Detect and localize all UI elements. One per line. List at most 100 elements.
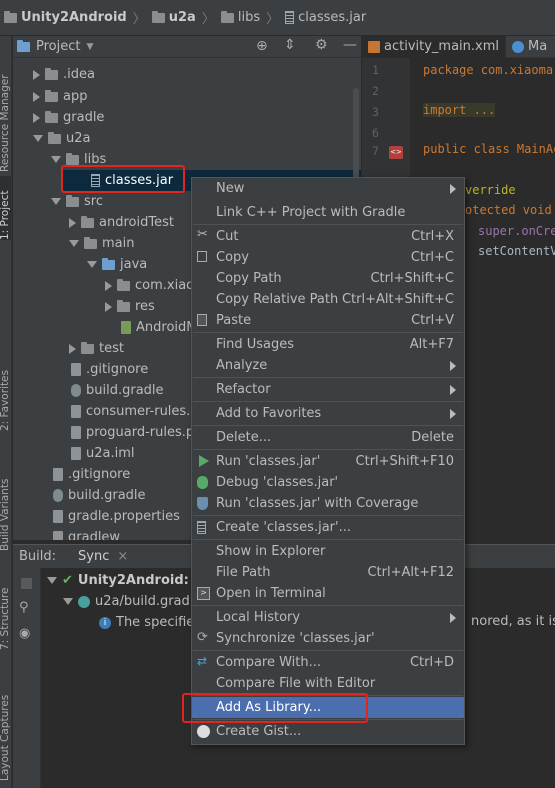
- menu-item-delete[interactable]: Delete... Delete: [192, 427, 464, 448]
- collapse-arrow-icon[interactable]: [47, 577, 57, 584]
- context-menu: New Link C++ Project with Gradle ✂ Cut Ctr…: [191, 177, 465, 745]
- menu-item-file-path[interactable]: File Path Ctrl+Alt+F12: [192, 562, 464, 583]
- expand-arrow-icon[interactable]: [33, 91, 40, 102]
- jar-file-icon: [197, 521, 206, 534]
- breadcrumb-project[interactable]: Unity2Android: [4, 10, 127, 25]
- tree-item-gitignore-module[interactable]: .gitignore: [71, 359, 148, 380]
- stop-icon[interactable]: [21, 578, 32, 589]
- menu-item-copy-relative-path[interactable]: Copy Relative Path Ctrl+Alt+Shift+C: [192, 289, 464, 310]
- menu-item-add-to-favorites[interactable]: Add to Favorites: [192, 403, 464, 424]
- tab-sync[interactable]: Sync: [78, 549, 109, 564]
- tree-item-gradlew[interactable]: gradlew: [53, 527, 120, 540]
- menu-item-compare-with[interactable]: ⇄ Compare With... Ctrl+D: [192, 652, 464, 673]
- tree-item-u2a-iml[interactable]: u2a.iml: [71, 443, 135, 464]
- clipboard-icon: [197, 314, 207, 326]
- tree-item-src[interactable]: src: [51, 191, 103, 212]
- expand-arrow-icon[interactable]: [33, 69, 40, 80]
- tree-item-build-gradle-root[interactable]: build.gradle: [53, 485, 146, 506]
- check-icon: ✔: [62, 573, 73, 588]
- tree-item-gradle-properties[interactable]: gradle.properties: [53, 506, 180, 527]
- collapse-arrow-icon[interactable]: [33, 135, 43, 142]
- chevron-right-icon: 〉: [266, 12, 280, 27]
- breadcrumb-module[interactable]: u2a: [151, 10, 196, 25]
- tree-item-test[interactable]: test: [69, 338, 124, 359]
- tree-item-consumer-rules[interactable]: consumer-rules.pr: [71, 401, 204, 422]
- tree-item-gradle[interactable]: gradle: [33, 107, 104, 128]
- tree-item-idea[interactable]: .idea: [33, 64, 95, 85]
- project-panel-header: Project ▼ ⊕ ⇕ ⚙ —: [13, 36, 361, 58]
- tab-layout-captures[interactable]: Layout Captures: [0, 676, 11, 781]
- tree-item-proguard-rules[interactable]: proguard-rules.pr: [71, 422, 199, 443]
- collapse-arrow-icon[interactable]: [63, 598, 73, 605]
- tree-item-res[interactable]: res: [105, 296, 155, 317]
- submenu-arrow-icon: [450, 612, 456, 623]
- menu-item-create-config[interactable]: Create 'classes.jar'...: [192, 517, 464, 538]
- build-tree-message[interactable]: i The specified: [99, 612, 203, 633]
- menu-item-link-cpp[interactable]: Link C++ Project with Gradle: [192, 202, 464, 223]
- tab-build-variants[interactable]: Build Variants: [0, 461, 11, 551]
- expand-arrow-icon[interactable]: [69, 217, 76, 228]
- eye-icon[interactable]: ◉: [19, 626, 30, 641]
- layout-badge-icon[interactable]: <>: [389, 146, 403, 159]
- file-icon: [53, 468, 63, 481]
- copy-icon: [197, 251, 207, 262]
- menu-item-run[interactable]: Run 'classes.jar' Ctrl+Shift+F10: [192, 451, 464, 472]
- menu-item-copy-path[interactable]: Copy Path Ctrl+Shift+C: [192, 268, 464, 289]
- collapse-arrow-icon[interactable]: [87, 261, 97, 268]
- collapse-all-icon[interactable]: ⇕: [284, 37, 296, 53]
- tree-item-main[interactable]: main: [69, 233, 134, 254]
- hide-panel-icon[interactable]: —: [343, 37, 357, 53]
- pin-icon[interactable]: ⚲: [19, 600, 29, 615]
- locate-icon[interactable]: ⊕: [256, 38, 268, 54]
- tree-item-java[interactable]: java: [87, 254, 147, 275]
- tab-structure[interactable]: 7: Structure: [0, 570, 11, 650]
- gear-icon[interactable]: ⚙: [315, 37, 328, 53]
- breadcrumb-folder[interactable]: libs: [220, 10, 260, 25]
- tab-resource-manager[interactable]: Resource Manager: [0, 42, 11, 172]
- menu-item-refactor[interactable]: Refactor: [192, 379, 464, 400]
- tree-item-u2a[interactable]: u2a: [33, 128, 90, 149]
- tab-activity-main[interactable]: activity_main.xml: [362, 35, 507, 58]
- tree-item-androidtest[interactable]: androidTest: [69, 212, 174, 233]
- menu-item-open-in-terminal[interactable]: > Open in Terminal: [192, 583, 464, 604]
- expand-arrow-icon[interactable]: [105, 280, 112, 291]
- menu-item-copy[interactable]: Copy Ctrl+C: [192, 247, 464, 268]
- collapse-arrow-icon[interactable]: [69, 240, 79, 247]
- collapse-arrow-icon[interactable]: [51, 198, 61, 205]
- menu-separator: [193, 377, 463, 378]
- folder-icon: [45, 89, 58, 102]
- project-view-icon: [17, 39, 30, 52]
- collapse-arrow-icon[interactable]: [51, 156, 61, 163]
- tab-project[interactable]: 1: Project: [0, 176, 11, 240]
- scissors-icon: ✂: [197, 227, 208, 242]
- tree-item-gitignore-root[interactable]: .gitignore: [53, 464, 130, 485]
- project-view-selector[interactable]: Project: [36, 39, 80, 54]
- expand-arrow-icon[interactable]: [69, 343, 76, 354]
- tab-main-activity[interactable]: Ma: [506, 36, 553, 58]
- expand-arrow-icon[interactable]: [105, 301, 112, 312]
- menu-item-debug[interactable]: Debug 'classes.jar': [192, 472, 464, 493]
- coverage-shield-icon: [197, 497, 208, 510]
- menu-item-paste[interactable]: Paste Ctrl+V: [192, 310, 464, 331]
- menu-item-local-history[interactable]: Local History: [192, 607, 464, 628]
- tab-favorites[interactable]: 2: Favorites: [0, 361, 11, 431]
- menu-item-analyze[interactable]: Analyze: [192, 355, 464, 376]
- expand-arrow-icon[interactable]: [33, 112, 40, 123]
- close-icon[interactable]: ×: [117, 549, 128, 564]
- build-tree-root[interactable]: ✔ Unity2Android: su: [47, 570, 210, 591]
- menu-item-create-gist[interactable]: Create Gist...: [192, 721, 464, 742]
- package-icon: [117, 278, 130, 291]
- menu-item-run-coverage[interactable]: Run 'classes.jar' with Coverage: [192, 493, 464, 514]
- menu-item-compare-file-with-editor[interactable]: Compare File with Editor: [192, 673, 464, 694]
- menu-item-cut[interactable]: ✂ Cut Ctrl+X: [192, 226, 464, 247]
- menu-item-find-usages[interactable]: Find Usages Alt+F7: [192, 334, 464, 355]
- menu-separator: [193, 449, 463, 450]
- menu-item-new[interactable]: New: [192, 178, 464, 199]
- tree-item-app[interactable]: app: [33, 86, 87, 107]
- tree-item-build-gradle-module[interactable]: build.gradle: [71, 380, 164, 401]
- dropdown-arrow-icon[interactable]: ▼: [86, 42, 93, 52]
- menu-item-show-in-explorer[interactable]: Show in Explorer: [192, 541, 464, 562]
- menu-item-synchronize[interactable]: ⟳ Synchronize 'classes.jar': [192, 628, 464, 649]
- build-tree-gradle[interactable]: u2a/build.gradle: [63, 591, 201, 612]
- breadcrumb-file[interactable]: classes.jar: [285, 10, 366, 25]
